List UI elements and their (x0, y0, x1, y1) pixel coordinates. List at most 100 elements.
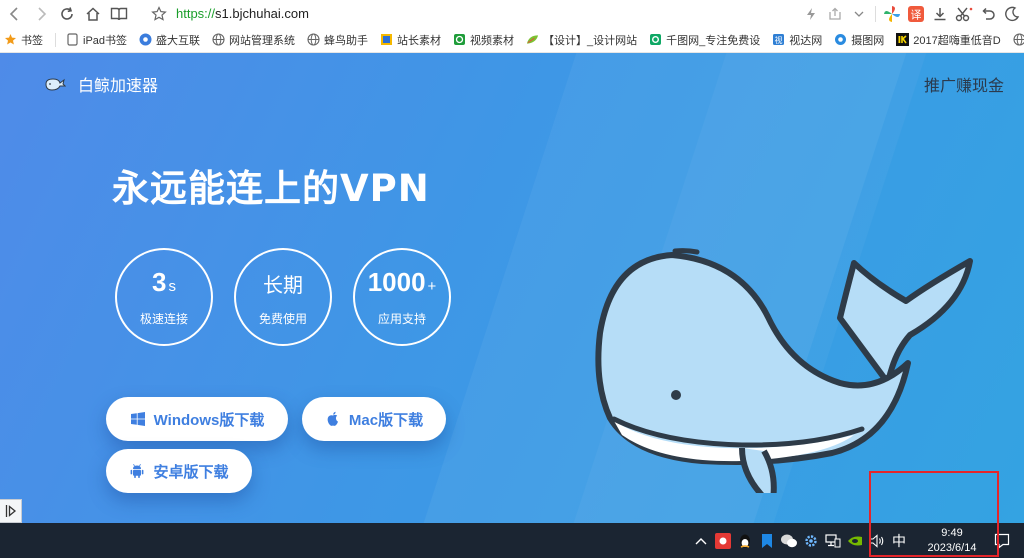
tray-volume[interactable] (868, 532, 886, 550)
green-q-icon (649, 33, 662, 46)
tray-network[interactable] (824, 532, 842, 550)
address-dropdown-button[interactable] (847, 2, 871, 26)
nvidia-icon (848, 536, 862, 545)
tray-app-record[interactable] (714, 532, 732, 550)
home-icon (86, 6, 100, 21)
tray-app-settings[interactable] (802, 532, 820, 550)
bookmark-label: 视达网 (789, 34, 823, 47)
bookmark-item[interactable]: 书签 (4, 32, 43, 48)
network-icon (825, 533, 841, 547)
notification-icon (994, 533, 1010, 549)
bookmark-item[interactable]: 视频素材 (453, 32, 514, 48)
bookmark-item[interactable]: 摄图网 (834, 32, 884, 48)
reload-icon (61, 6, 73, 20)
action-center-button[interactable] (992, 531, 1012, 551)
stat-caption: 极速连接 (139, 312, 188, 326)
stat-caption: 应用支持 (377, 312, 426, 326)
reload-button[interactable] (54, 2, 80, 26)
pinwheel-extension-button[interactable] (880, 2, 904, 26)
chevron-up-icon (695, 537, 707, 544)
reader-button[interactable] (106, 2, 132, 26)
star-outline-icon (151, 5, 167, 21)
bookmark-label: 千图网_专注免费设 (666, 34, 761, 47)
bookmark-item[interactable]: 网站管理系统 (212, 32, 295, 48)
site-logo[interactable]: 白鲸加速器 (44, 72, 158, 96)
system-tray: 中 9:49 2023/6/14 (690, 523, 1024, 558)
bookmark-item[interactable]: 盛大互联 (139, 32, 200, 48)
ik-logo-icon (896, 33, 910, 46)
bookmark-item[interactable]: 视 视达网 (772, 32, 822, 48)
hero-headline: 永远能连上的VPN (112, 167, 430, 210)
stat-unit: s (168, 278, 176, 295)
bookmark-item[interactable]: 2017超嗨重低音D (896, 32, 1001, 48)
bookmark-label: 网站管理系统 (229, 34, 296, 47)
star-icon (4, 33, 17, 46)
taskbar-clock[interactable]: 9:49 2023/6/14 (920, 526, 984, 556)
undo-icon (982, 7, 995, 20)
tray-expand-button[interactable] (692, 532, 710, 550)
toolbar-separator (875, 5, 876, 22)
button-label: Mac版下载 (348, 411, 424, 429)
stat-app-support: 1000 + 应用支持 (353, 248, 451, 346)
speed-mode-button[interactable] (799, 2, 823, 26)
whale-fin (739, 447, 777, 493)
panel-expand-icon (5, 505, 16, 517)
svg-text:视: 视 (775, 35, 783, 45)
bookmark-item[interactable]: iPad书签 (66, 32, 127, 48)
sidebar-toggle-button[interactable] (0, 499, 22, 523)
stat-caption: 免费使用 (258, 312, 307, 326)
share-button[interactable] (823, 2, 847, 26)
url-scheme: https:// (176, 6, 216, 21)
home-button[interactable] (80, 2, 106, 26)
address-bar[interactable]: https://s1.bjchuhai.com (176, 6, 309, 21)
bookmark-label: 视频素材 (470, 34, 515, 47)
tray-nvidia[interactable] (846, 532, 864, 550)
android-download-button[interactable]: 安卓版下载 (106, 449, 252, 493)
bookmark-item[interactable]: 站长素材 (380, 32, 441, 48)
stat-value: 3s (117, 266, 211, 303)
chevron-left-icon (9, 6, 18, 21)
tray-app-wechat[interactable] (780, 532, 798, 550)
whale-eye (671, 390, 681, 400)
wechat-icon (781, 534, 797, 547)
back-button[interactable] (2, 2, 28, 26)
bookmark-item[interactable]: 千图网_专注免费设 (649, 32, 760, 48)
undo-close-tab-button[interactable] (976, 2, 1000, 26)
penguin-icon (740, 534, 750, 548)
record-app-icon (715, 532, 731, 549)
windows-download-button[interactable]: Windows版下载 (106, 397, 288, 441)
ime-indicator[interactable]: 中 (892, 531, 906, 551)
bookmark-star-button[interactable] (146, 2, 172, 26)
stat-value: 1000 + (355, 266, 449, 303)
bookmark-label: 站长素材 (397, 34, 442, 47)
bookmark-label: 2017超嗨重低音D (913, 34, 1001, 47)
webpage-hero: 白鲸加速器 推广赚现金 永远能连上的VPN 3s 极速连接 长期 免费使用 10… (0, 53, 1024, 523)
mac-download-button[interactable]: Mac版下载 (302, 397, 446, 441)
translate-button[interactable]: 译 (904, 2, 928, 26)
globe-icon (212, 33, 225, 46)
stat-unit: + (427, 278, 437, 295)
stat-value: 长期 (236, 270, 330, 302)
tray-app-mark[interactable] (758, 532, 776, 550)
night-mode-button[interactable] (1000, 2, 1024, 26)
forward-button[interactable] (28, 2, 54, 26)
stat-number: 3 (152, 267, 167, 297)
gear-badge-icon (139, 33, 152, 46)
bookmark-label: 摄图网 (851, 34, 885, 47)
bookmark-item[interactable]: 【设计】_设计网站 (526, 32, 637, 48)
stat-number: 长期 (263, 275, 303, 297)
android-icon (129, 463, 145, 479)
screenshot-button[interactable] (952, 2, 976, 26)
bookmarks-bar: 书签 iPad书签 盛大互联 网站管理系统 蜂鸟助手 站长素材 视频素材 【设计… (0, 27, 1024, 53)
leaf-icon (526, 33, 539, 46)
download-button[interactable] (928, 2, 952, 26)
globe-icon (307, 33, 320, 46)
download-icon (934, 7, 946, 20)
stat-number: 1000 (367, 267, 426, 297)
chevron-down-icon (854, 11, 864, 17)
bookmark-item[interactable]: 蜂鸟助手 (307, 32, 368, 48)
tray-app-qq[interactable] (736, 532, 754, 550)
whale-illustration (595, 248, 973, 493)
bookmark-item[interactable]: 文章 (1013, 32, 1024, 48)
promo-link[interactable]: 推广赚现金 (924, 72, 1004, 96)
